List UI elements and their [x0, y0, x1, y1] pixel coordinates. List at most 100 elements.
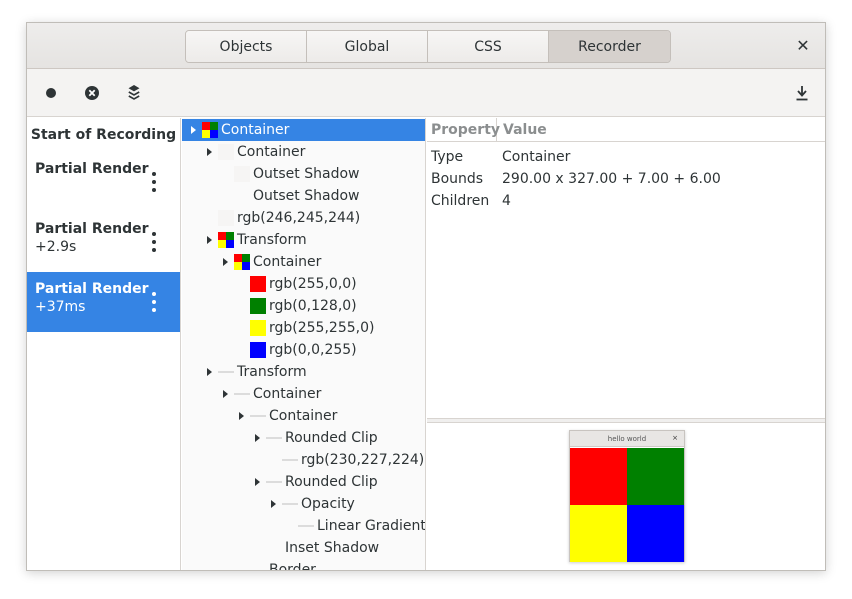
layers-icon: [128, 85, 140, 100]
node-preview-icon: [218, 210, 234, 226]
tree-row[interactable]: Border: [182, 559, 425, 570]
tree-row[interactable]: Rounded Clip: [182, 427, 425, 449]
render-node-tree: Container Container Outset Shadow Outset Sh…: [182, 118, 426, 570]
node-preview-icon: [266, 481, 282, 483]
tree-node-label: Transform: [237, 364, 307, 380]
tree-row[interactable]: Opacity: [182, 493, 425, 515]
property-row: Children 4: [427, 190, 825, 212]
node-preview-icon: [218, 371, 234, 373]
more-vertical-icon[interactable]: [146, 292, 162, 312]
property-header: Property Value: [427, 118, 825, 142]
tree-node-label: Container: [237, 144, 306, 160]
tree-node-label: Transform: [237, 232, 307, 248]
tree-node-label: Container: [253, 386, 322, 402]
node-preview-icon: [298, 525, 314, 527]
tree-row[interactable]: rgb(255,0,0): [182, 273, 425, 295]
tree-row[interactable]: Container: [182, 383, 425, 405]
render-preview: hello world ×: [427, 423, 825, 570]
property-key: Children: [431, 193, 490, 209]
stop-icon: [85, 86, 99, 100]
preview-window: hello world ×: [569, 430, 685, 562]
preview-title: hello world: [607, 434, 647, 443]
tree-node-label: rgb(246,245,244): [237, 210, 361, 226]
property-panel: Property Value Type Container Bounds 290…: [427, 118, 825, 418]
tab-global[interactable]: Global: [307, 31, 428, 62]
tree-row[interactable]: rgb(246,245,244): [182, 207, 425, 229]
close-icon: ×: [672, 434, 678, 442]
tree-row[interactable]: Container: [182, 141, 425, 163]
tree-node-label: rgb(255,0,0): [269, 276, 357, 292]
close-icon[interactable]: ✕: [793, 35, 813, 55]
list-item[interactable]: Partial Render: [27, 152, 180, 212]
record-icon: [46, 88, 56, 98]
expander-arrow-icon[interactable]: [268, 493, 278, 515]
more-vertical-icon[interactable]: [146, 172, 162, 192]
stop-recording-button[interactable]: [78, 79, 106, 107]
preview-color-quadrant: [627, 448, 684, 505]
tree-node-label: Linear Gradient: [317, 518, 426, 534]
tree-row[interactable]: Linear Gradient: [182, 515, 425, 537]
color-swatch-icon: [250, 298, 266, 314]
node-preview-icon: [282, 459, 298, 461]
more-vertical-icon[interactable]: [146, 232, 162, 252]
tree-row[interactable]: rgb(255,255,0): [182, 317, 425, 339]
tree-node-label: Container: [221, 122, 290, 138]
node-preview-icon: [234, 166, 250, 182]
tree-row[interactable]: Rounded Clip: [182, 471, 425, 493]
record-button[interactable]: [37, 79, 65, 107]
expander-arrow-icon[interactable]: [204, 361, 214, 383]
value-column-header[interactable]: Value: [497, 118, 547, 141]
list-item[interactable]: Partial Render +37ms: [27, 272, 180, 332]
download-icon: [796, 86, 808, 101]
expander-arrow-icon[interactable]: [220, 383, 230, 405]
property-value: 290.00 x 327.00 + 7.00 + 6.00: [502, 171, 721, 187]
tree-node-label: rgb(255,255,0): [269, 320, 375, 336]
tree-node-label: Rounded Clip: [285, 474, 378, 490]
tree-node-label: Rounded Clip: [285, 430, 378, 446]
tree-row[interactable]: Transform: [182, 229, 425, 251]
property-key: Bounds: [431, 171, 484, 187]
expander-arrow-icon[interactable]: [204, 141, 214, 163]
property-row: Bounds 290.00 x 327.00 + 7.00 + 6.00: [427, 168, 825, 190]
expander-arrow-icon[interactable]: [252, 427, 262, 449]
color-swatch-icon: [250, 342, 266, 358]
tree-row[interactable]: rgb(0,128,0): [182, 295, 425, 317]
tree-row[interactable]: rgb(230,227,224): [182, 449, 425, 471]
expander-arrow-icon[interactable]: [188, 119, 198, 141]
tree-row[interactable]: Container: [182, 119, 425, 141]
tree-row[interactable]: Container: [182, 405, 425, 427]
save-recording-button[interactable]: [788, 79, 816, 107]
tab-objects[interactable]: Objects: [186, 31, 307, 62]
container-preview-icon: [234, 254, 250, 270]
tree-row[interactable]: Transform: [182, 361, 425, 383]
tree-row[interactable]: rgb(0,0,255): [182, 339, 425, 361]
tree-node-label: Inset Shadow: [285, 540, 380, 556]
tree-row[interactable]: Outset Shadow: [182, 185, 425, 207]
container-preview-icon: [202, 122, 218, 138]
color-swatch-icon: [250, 320, 266, 336]
tab-css[interactable]: CSS: [428, 31, 549, 62]
tree-row[interactable]: Outset Shadow: [182, 163, 425, 185]
preview-color-grid: [570, 448, 684, 562]
expander-arrow-icon[interactable]: [236, 405, 246, 427]
render-layers-button[interactable]: [120, 79, 148, 107]
preview-color-quadrant: [627, 505, 684, 562]
tab-switcher: Objects Global CSS Recorder: [185, 30, 671, 63]
tree-node-label: rgb(0,128,0): [269, 298, 357, 314]
property-row: Type Container: [427, 146, 825, 168]
tree-row[interactable]: Container: [182, 251, 425, 273]
expander-arrow-icon[interactable]: [204, 229, 214, 251]
header-bar: Objects Global CSS Recorder ✕: [27, 23, 825, 69]
tab-recorder[interactable]: Recorder: [549, 31, 670, 62]
property-key: Type: [431, 149, 464, 165]
start-of-recording[interactable]: Start of Recording: [27, 118, 180, 152]
preview-color-quadrant: [570, 448, 627, 505]
expander-arrow-icon[interactable]: [220, 251, 230, 273]
preview-titlebar: hello world ×: [570, 431, 684, 447]
tree-row[interactable]: Inset Shadow: [182, 537, 425, 559]
property-column-header[interactable]: Property: [427, 118, 500, 141]
preview-color-quadrant: [570, 505, 627, 562]
expander-arrow-icon[interactable]: [252, 471, 262, 493]
list-item[interactable]: Partial Render +2.9s: [27, 212, 180, 272]
node-preview-icon: [234, 393, 250, 395]
